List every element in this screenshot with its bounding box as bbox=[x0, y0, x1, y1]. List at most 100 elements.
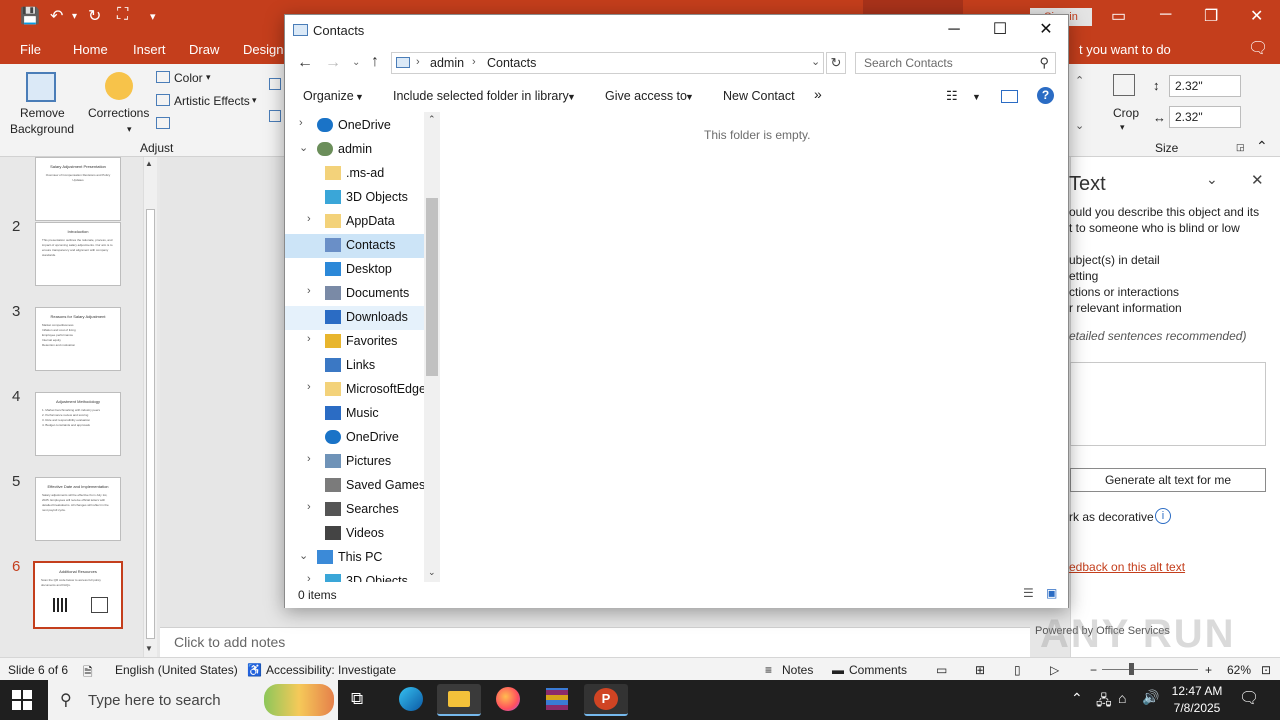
size-dialog-launcher-icon[interactable]: ◲ bbox=[1236, 142, 1245, 153]
tree-item-microsoftedge[interactable]: › MicrosoftEdge bbox=[285, 378, 426, 402]
chevron-right-icon[interactable]: › bbox=[299, 117, 303, 129]
start-button[interactable] bbox=[12, 690, 32, 710]
minimize-icon[interactable]: ─ bbox=[1160, 6, 1171, 24]
view-options-icon[interactable]: ☷ bbox=[946, 88, 958, 104]
chevron-down-icon[interactable]: ▼ bbox=[567, 92, 576, 102]
close-icon[interactable]: ✕ bbox=[1251, 171, 1264, 189]
present-icon[interactable]: ⛶ bbox=[117, 6, 128, 24]
edge-button[interactable] bbox=[389, 684, 433, 716]
artistic-effects-button[interactable]: Artistic Effects bbox=[174, 94, 250, 108]
slide-thumbnail-2[interactable]: Introduction This presentation outlines … bbox=[35, 222, 121, 286]
undo-icon[interactable]: ↶ bbox=[50, 6, 63, 26]
accessibility-label[interactable]: Accessibility: Investigate bbox=[266, 663, 396, 677]
tree-item-onedrive[interactable]: › OneDrive bbox=[285, 114, 424, 138]
tree-item-this-pc[interactable]: ⌄ This PC bbox=[285, 546, 424, 570]
customize-icon[interactable]: ▾ bbox=[150, 10, 156, 23]
clock-time[interactable]: 12:47 AM bbox=[1168, 684, 1226, 698]
tree-item-admin[interactable]: ⌄ admin bbox=[285, 138, 424, 162]
fit-to-window-icon[interactable]: ⊡ bbox=[1261, 663, 1271, 677]
slide-thumbnail-6[interactable]: Additional Resources Scan the QR code be… bbox=[33, 561, 123, 629]
chevron-down-icon[interactable]: ▾ bbox=[127, 124, 132, 135]
tree-item-music[interactable]: Music bbox=[285, 402, 424, 426]
close-icon[interactable]: ✕ bbox=[1250, 6, 1263, 26]
tree-item-desktop[interactable]: Desktop bbox=[285, 258, 424, 282]
scrollbar-thumb[interactable] bbox=[146, 209, 155, 639]
scroll-up-icon[interactable]: ▲ bbox=[145, 159, 153, 168]
slide-thumbnail-5[interactable]: Effective Date and Implementation Salary… bbox=[35, 477, 121, 541]
notes-pane[interactable]: Click to add notes bbox=[160, 627, 1030, 657]
tree-item-pictures[interactable]: › Pictures bbox=[285, 450, 424, 474]
volume-icon[interactable]: 🔊 bbox=[1142, 689, 1159, 706]
tree-item-downloads[interactable]: Downloads bbox=[285, 306, 424, 330]
zoom-out-icon[interactable]: − bbox=[1090, 663, 1097, 677]
tree-item-links[interactable]: Links bbox=[285, 354, 424, 378]
tree-item-appdata[interactable]: › AppData bbox=[285, 210, 424, 234]
tree-item-3d-objects[interactable]: › 3D Objects bbox=[285, 570, 424, 582]
ribbon-display-icon[interactable]: ▭ bbox=[1111, 6, 1126, 26]
tree-item-documents[interactable]: › Documents bbox=[285, 282, 424, 306]
chevron-down-icon[interactable]: ▾ bbox=[206, 72, 211, 83]
file-explorer-button[interactable] bbox=[437, 684, 481, 716]
help-icon[interactable]: ? bbox=[1037, 87, 1054, 104]
new-contact-button[interactable]: New Contact bbox=[723, 89, 795, 103]
thumbnail-scrollbar[interactable]: ▲ ▼ bbox=[143, 157, 157, 657]
tree-item-onedrive[interactable]: OneDrive bbox=[285, 426, 424, 450]
chevron-down-icon[interactable]: ⌄ bbox=[811, 55, 820, 68]
give-access-button[interactable]: Give access to bbox=[605, 89, 687, 103]
slideshow-icon[interactable]: ▷ bbox=[1050, 663, 1059, 677]
clock-date[interactable]: 7/8/2025 bbox=[1168, 701, 1226, 715]
color-icon[interactable] bbox=[156, 71, 170, 83]
save-icon[interactable]: 💾 bbox=[20, 6, 40, 26]
notes-toggle[interactable]: Notes bbox=[782, 663, 813, 677]
restore-icon[interactable]: ❐ bbox=[1204, 6, 1218, 26]
zoom-level[interactable]: 62% bbox=[1227, 663, 1251, 677]
breadcrumb-admin[interactable]: admin bbox=[430, 56, 464, 70]
tab-home[interactable]: Home bbox=[73, 42, 108, 57]
close-icon[interactable]: ✕ bbox=[1023, 15, 1069, 47]
maximize-icon[interactable]: ☐ bbox=[977, 15, 1023, 47]
redo-icon[interactable]: ↻ bbox=[88, 6, 101, 26]
tree-item-contacts[interactable]: Contacts bbox=[285, 234, 424, 258]
corrections-button[interactable]: Corrections bbox=[88, 106, 149, 120]
crop-button[interactable]: Crop bbox=[1113, 106, 1139, 120]
address-bar[interactable]: › admin › Contacts ⌄ bbox=[391, 52, 824, 74]
slide-thumbnail-1[interactable]: Salary Adjustment Presentation Overview … bbox=[35, 157, 121, 221]
notes-placeholder[interactable]: Click to add notes bbox=[174, 634, 285, 650]
refresh-icon[interactable]: ↻ bbox=[826, 52, 846, 74]
slide-thumbnail-4[interactable]: Adjustment Methodology 1. Market benchma… bbox=[35, 392, 121, 456]
color-button[interactable]: Color bbox=[174, 71, 203, 85]
notes-icon[interactable]: ≡ bbox=[765, 663, 772, 677]
shape-width-input[interactable]: 2.32" bbox=[1169, 106, 1241, 128]
remove-background-label-1[interactable]: Remove bbox=[20, 106, 65, 120]
recent-locations-icon[interactable]: ⌄ bbox=[352, 57, 360, 68]
chevron-right-icon[interactable]: › bbox=[472, 56, 476, 68]
scroll-up-icon[interactable]: ⌃ bbox=[428, 114, 436, 125]
feedback-link[interactable]: edback on this alt text bbox=[1069, 560, 1185, 574]
normal-view-icon[interactable]: ▭ bbox=[936, 663, 947, 677]
chevron-right-icon[interactable]: › bbox=[307, 213, 311, 225]
network-icon[interactable]: 🖧 bbox=[1096, 690, 1112, 714]
minimize-icon[interactable]: ─ bbox=[931, 15, 977, 47]
chevron-down-icon[interactable]: ▼ bbox=[685, 92, 694, 102]
compress-pictures-icon[interactable] bbox=[156, 117, 170, 129]
tab-insert[interactable]: Insert bbox=[133, 42, 166, 57]
search-input[interactable]: Search Contacts ⚲ bbox=[855, 52, 1056, 74]
file-list[interactable]: This folder is empty. bbox=[440, 112, 1068, 582]
undo-dropdown-icon[interactable]: ▾ bbox=[72, 11, 77, 22]
comments-toggle[interactable]: Comments bbox=[849, 663, 907, 677]
reading-view-icon[interactable]: ▯ bbox=[1014, 663, 1021, 677]
preview-pane-icon[interactable] bbox=[1001, 90, 1018, 103]
tab-file[interactable]: File bbox=[20, 42, 41, 57]
comments-icon[interactable]: ▬ bbox=[832, 663, 844, 677]
scroll-down-icon[interactable]: ⌄ bbox=[428, 567, 436, 578]
details-view-icon[interactable]: ☰ bbox=[1023, 586, 1034, 600]
slide-sorter-icon[interactable]: ⊞ bbox=[975, 663, 985, 677]
forward-arrow-icon[interactable]: → bbox=[325, 54, 341, 72]
back-arrow-icon[interactable]: ← bbox=[297, 54, 313, 72]
zoom-slider-thumb[interactable] bbox=[1129, 663, 1134, 675]
chevron-down-icon[interactable]: ▾ bbox=[252, 95, 257, 106]
explorer-title-bar[interactable]: Contacts ─ ☐ ✕ bbox=[285, 15, 1068, 47]
winrar-button[interactable] bbox=[535, 684, 579, 716]
change-picture-icon[interactable] bbox=[269, 78, 281, 90]
generate-alt-text-button[interactable]: Generate alt text for me bbox=[1070, 468, 1266, 492]
